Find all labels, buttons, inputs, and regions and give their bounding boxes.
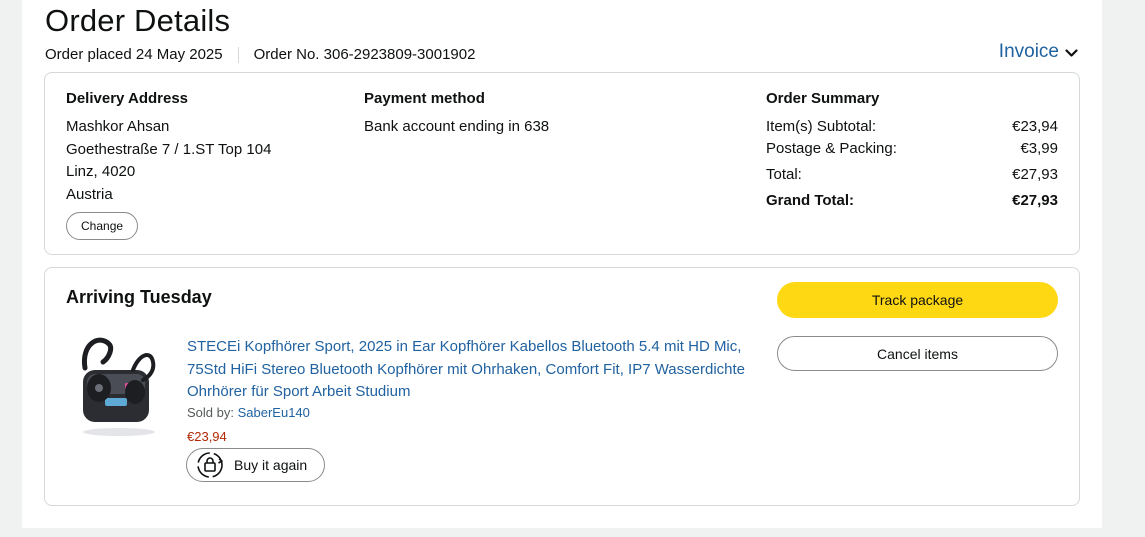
address-line: Linz, 4020	[66, 163, 136, 180]
earbuds-product-image	[81, 337, 156, 436]
order-placed-date: Order placed 24 May 2025	[45, 46, 223, 63]
sold-by: Sold by: SaberEu140	[187, 405, 310, 420]
sold-by-label: Sold by:	[187, 405, 234, 420]
payment-method-section: Payment method Bank account ending in 63…	[364, 90, 549, 139]
payment-method-text: Bank account ending in 638	[364, 118, 550, 135]
page-title: Order Details	[45, 3, 231, 38]
item-price: €23,94	[187, 429, 227, 444]
product-title-link[interactable]: STECEi Kopfhörer Sport, 2025 in Ear Kopf…	[187, 336, 752, 404]
shipment-card: Arriving Tuesday STECEi Kopfhörer Sport,…	[44, 267, 1080, 506]
track-package-button[interactable]: Track package	[777, 282, 1058, 318]
summary-label: Item(s) Subtotal:	[766, 118, 877, 135]
invoice-label: Invoice	[998, 41, 1059, 62]
summary-label: Total:	[766, 166, 802, 183]
summary-row-postage: Postage & Packing: €3,99	[766, 138, 1058, 160]
address-line: Mashkor Ahsan	[66, 118, 170, 135]
buy-again-button[interactable]: Buy it again	[186, 448, 325, 482]
order-number: Order No. 306-2923809-3001902	[253, 46, 476, 63]
summary-label: Grand Total:	[766, 192, 855, 209]
order-info-card: Delivery Address Mashkor Ahsan Goethestr…	[44, 72, 1080, 255]
cancel-items-button[interactable]: Cancel items	[777, 336, 1058, 371]
order-summary-heading: Order Summary	[766, 90, 880, 107]
seller-link[interactable]: SaberEu140	[238, 405, 310, 420]
summary-label: Postage & Packing:	[766, 140, 897, 157]
address-line: Austria	[66, 185, 113, 203]
invoice-dropdown[interactable]: Invoice	[999, 41, 1078, 63]
summary-row-grand-total: Grand Total: €27,93	[766, 190, 1058, 212]
buy-again-label: Buy it again	[234, 457, 308, 473]
summary-value: €23,94	[1012, 118, 1058, 135]
summary-row-subtotal: Item(s) Subtotal: €23,94	[766, 116, 1058, 138]
meta-divider	[237, 46, 239, 63]
delivery-address-heading: Delivery Address	[66, 90, 189, 107]
summary-value: €27,93	[1012, 192, 1058, 209]
summary-value: €3,99	[1020, 140, 1058, 157]
arrival-status: Arriving Tuesday	[66, 287, 212, 307]
order-summary-section: Order Summary Item(s) Subtotal: €23,94 P…	[766, 90, 1058, 212]
reorder-icon	[197, 452, 223, 478]
change-address-button[interactable]: Change	[66, 212, 139, 240]
chevron-down-icon	[1065, 48, 1078, 57]
product-image[interactable]	[77, 336, 157, 438]
summary-value: €27,93	[1012, 166, 1058, 183]
order-meta: Order placed 24 May 2025 Order No. 306-2…	[45, 46, 475, 63]
summary-row-total: Total: €27,93	[766, 164, 1058, 186]
payment-method-heading: Payment method	[364, 90, 485, 107]
delivery-address-section: Delivery Address Mashkor Ahsan Goethestr…	[66, 90, 271, 240]
address-line: Goethestraße 7 / 1.ST Top 104	[66, 140, 272, 158]
order-details-page: Order Details Order placed 24 May 2025 O…	[22, 0, 1102, 528]
